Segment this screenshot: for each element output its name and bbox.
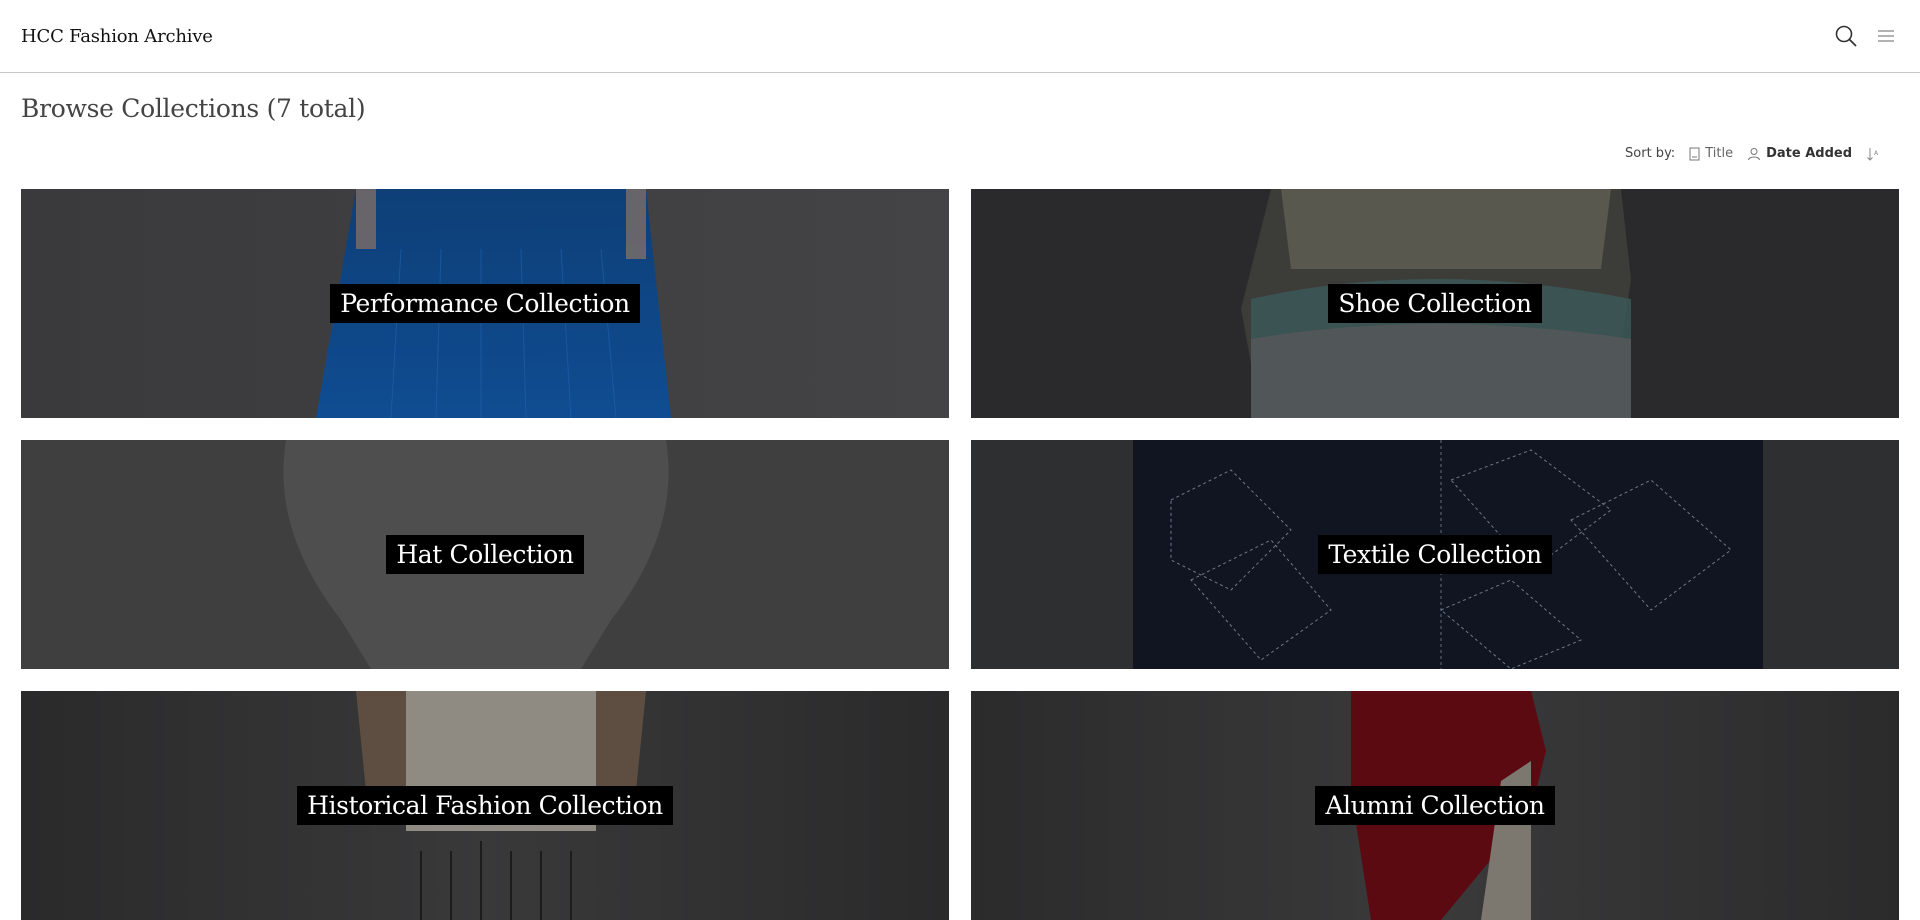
collection-title: Performance Collection <box>330 284 640 323</box>
collection-grid: Performance Collection Shoe Collection H… <box>21 189 1900 920</box>
collection-title: Historical Fashion Collection <box>297 786 673 825</box>
site-title[interactable]: HCC Fashion Archive <box>21 26 213 47</box>
collection-title: Hat Collection <box>386 535 584 574</box>
sort-bar: Sort by: Title Date Added A <box>1625 146 1880 161</box>
collection-card-hat[interactable]: Hat Collection <box>21 440 949 669</box>
sort-label: Sort by: <box>1625 146 1676 161</box>
top-bar: HCC Fashion Archive <box>0 0 1920 73</box>
collection-card-performance[interactable]: Performance Collection <box>21 189 949 418</box>
document-icon <box>1689 147 1700 160</box>
page-title: Browse Collections (7 total) <box>21 94 366 123</box>
collection-card-alumni[interactable]: Alumni Collection <box>971 691 1899 920</box>
svg-text:A: A <box>1874 150 1879 157</box>
sort-by-date-added[interactable]: Date Added <box>1747 146 1852 161</box>
sort-by-title[interactable]: Title <box>1689 146 1733 161</box>
collection-card-historical-fashion[interactable]: Historical Fashion Collection <box>21 691 949 920</box>
collection-card-shoe[interactable]: Shoe Collection <box>971 189 1899 418</box>
person-icon <box>1748 147 1761 160</box>
sort-descending-icon[interactable]: A <box>1866 147 1880 161</box>
collection-title: Shoe Collection <box>1328 284 1542 323</box>
collection-title: Alumni Collection <box>1315 786 1555 825</box>
collection-title: Textile Collection <box>1318 535 1552 574</box>
sort-option-label: Title <box>1705 146 1734 161</box>
menu-icon[interactable] <box>1873 23 1899 49</box>
sort-option-label: Date Added <box>1766 146 1852 161</box>
collection-card-textile[interactable]: Textile Collection <box>971 440 1899 669</box>
search-icon[interactable] <box>1833 23 1859 49</box>
top-icons <box>1833 23 1899 49</box>
